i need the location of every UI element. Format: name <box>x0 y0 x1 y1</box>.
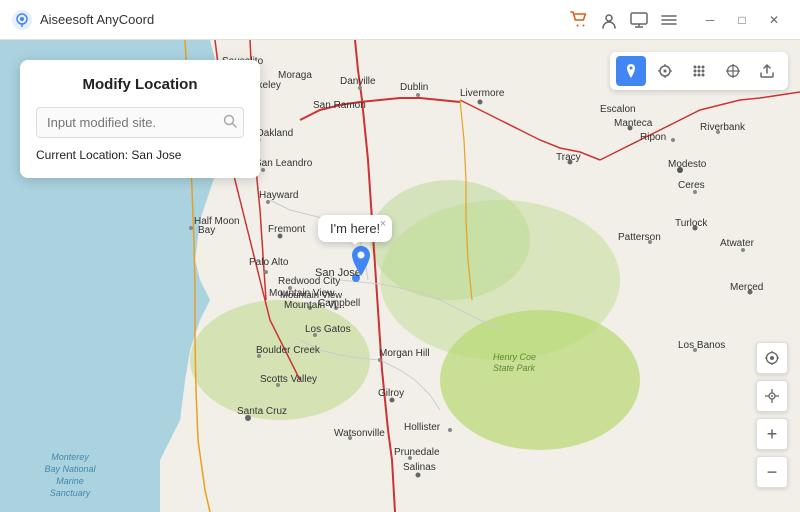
svg-text:Prunedale: Prunedale <box>394 447 440 458</box>
svg-text:Modesto: Modesto <box>668 159 707 170</box>
target-mode-button[interactable] <box>650 56 680 86</box>
svg-text:Watsonville: Watsonville <box>334 428 385 439</box>
svg-text:San Leandro: San Leandro <box>255 158 313 169</box>
search-box[interactable] <box>36 107 244 138</box>
svg-text:Escalon: Escalon <box>600 104 636 115</box>
svg-text:Merced: Merced <box>730 282 763 293</box>
svg-text:Morgan Hill: Morgan Hill <box>379 348 430 359</box>
svg-text:Los Banos: Los Banos <box>678 340 725 351</box>
maximize-button[interactable]: □ <box>728 6 756 34</box>
svg-text:Tracy: Tracy <box>556 152 581 163</box>
minimize-button[interactable]: ─ <box>696 6 724 34</box>
svg-text:Patterson: Patterson <box>618 232 661 243</box>
svg-text:Campbell: Campbell <box>318 298 360 309</box>
map-toolbar <box>610 52 788 90</box>
app-title: Aiseesoft AnyCoord <box>40 12 568 27</box>
titlebar: Aiseesoft AnyCoord <box>0 0 800 40</box>
modify-location-panel: Modify Location Current Location: San Jo… <box>20 60 260 178</box>
map-pin <box>349 246 373 281</box>
svg-text:Riverbank: Riverbank <box>700 122 746 133</box>
toolbar-icons <box>568 9 680 31</box>
popup-close[interactable]: × <box>380 218 386 230</box>
im-here-popup: × I'm here! <box>318 215 392 242</box>
svg-text:Salinas: Salinas <box>403 462 436 473</box>
svg-text:Gilroy: Gilroy <box>378 388 404 399</box>
search-input[interactable] <box>47 115 223 130</box>
cart-icon[interactable] <box>568 9 590 31</box>
svg-text:Marine: Marine <box>56 476 84 486</box>
svg-text:Henry Coe: Henry Coe <box>493 352 536 362</box>
svg-text:Turlock: Turlock <box>675 218 708 229</box>
zoom-controls: + − <box>756 342 788 488</box>
svg-text:Atwater: Atwater <box>720 238 755 249</box>
svg-text:Oakland: Oakland <box>256 128 293 139</box>
my-location-button[interactable] <box>756 380 788 412</box>
svg-text:Monterey: Monterey <box>51 452 89 462</box>
svg-text:Fremont: Fremont <box>268 224 305 235</box>
svg-text:San Ramon: San Ramon <box>313 100 366 111</box>
svg-text:Santa Cruz: Santa Cruz <box>237 406 287 417</box>
svg-text:Moraga: Moraga <box>278 70 312 81</box>
menu-icon[interactable] <box>658 9 680 31</box>
svg-text:Dublin: Dublin <box>400 82 428 93</box>
window-controls: ─ □ ✕ <box>696 6 788 34</box>
svg-text:Scotts Valley: Scotts Valley <box>260 374 317 385</box>
svg-text:Bay National: Bay National <box>44 464 96 474</box>
svg-text:Livermore: Livermore <box>460 88 505 99</box>
search-icon[interactable] <box>223 114 237 131</box>
svg-text:Danville: Danville <box>340 76 376 87</box>
zoom-out-button[interactable]: − <box>756 456 788 488</box>
svg-text:Sanctuary: Sanctuary <box>50 488 91 498</box>
dots-mode-button[interactable] <box>684 56 714 86</box>
svg-text:Ceres: Ceres <box>678 180 705 191</box>
app-icon <box>12 10 32 30</box>
svg-text:Bay: Bay <box>198 225 215 236</box>
crosshair-button[interactable] <box>718 56 748 86</box>
svg-text:Hayward: Hayward <box>259 190 298 201</box>
monitor-icon[interactable] <box>628 9 650 31</box>
svg-text:Los Gatos: Los Gatos <box>305 324 351 335</box>
im-here-text: I'm here! <box>330 221 380 236</box>
svg-text:Manteca: Manteca <box>614 118 653 129</box>
svg-text:State Park: State Park <box>493 363 536 373</box>
main-content: Sausalito Berkeley Moraga Danville Dubli… <box>0 40 800 512</box>
recenter-button[interactable] <box>756 342 788 374</box>
svg-text:Hollister: Hollister <box>404 422 441 433</box>
svg-text:Boulder Creek: Boulder Creek <box>256 345 321 356</box>
svg-text:Palo Alto: Palo Alto <box>249 257 289 268</box>
zoom-in-button[interactable]: + <box>756 418 788 450</box>
current-location: Current Location: San Jose <box>36 148 244 162</box>
close-button[interactable]: ✕ <box>760 6 788 34</box>
pin-mode-button[interactable] <box>616 56 646 86</box>
profile-icon[interactable] <box>598 9 620 31</box>
export-button[interactable] <box>752 56 782 86</box>
svg-text:Ripon: Ripon <box>640 132 666 143</box>
panel-title: Modify Location <box>36 76 244 93</box>
